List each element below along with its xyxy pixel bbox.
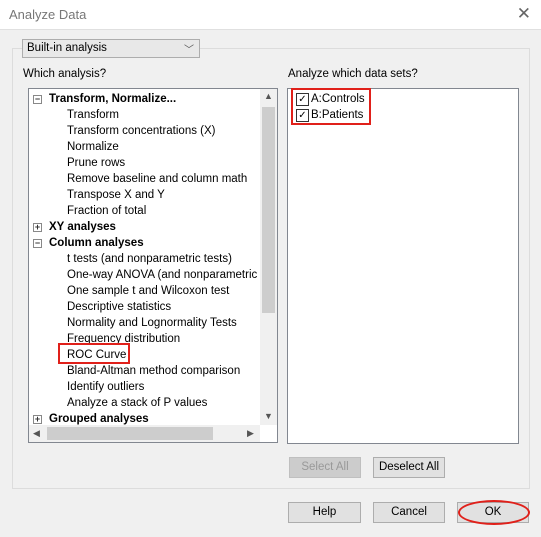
analysis-type-dropdown[interactable]: Built-in analysis ﹀: [22, 39, 200, 58]
tree-item-label: Identify outliers: [67, 381, 145, 393]
tree-item[interactable]: t tests (and nonparametric tests): [67, 251, 232, 267]
tree-item[interactable]: Descriptive statistics: [67, 299, 171, 315]
tree-item-label: Fraction of total: [67, 205, 147, 217]
scroll-right-icon[interactable]: ▶: [247, 428, 254, 439]
tree-item-label: Analyze a stack of P values: [67, 397, 208, 409]
which-analysis-label: Which analysis?: [23, 68, 107, 80]
window-title: Analyze Data: [9, 7, 87, 22]
scroll-thumb[interactable]: [262, 107, 275, 313]
tree-item[interactable]: Normality and Lognormality Tests: [67, 315, 237, 331]
tree-item[interactable]: Fraction of total: [67, 203, 146, 219]
scroll-down-icon[interactable]: ▼: [264, 411, 273, 421]
dropdown-value: Built-in analysis: [27, 42, 107, 54]
tree-group[interactable]: + XY analyses: [33, 219, 116, 235]
scroll-up-icon[interactable]: ▲: [264, 91, 273, 101]
tree-item-label: Normality and Lognormality Tests: [67, 317, 237, 329]
collapse-icon[interactable]: −: [33, 95, 42, 104]
tree-item-label: XY analyses: [49, 221, 116, 233]
tree-item-label: Transform, Normalize...: [49, 93, 177, 105]
collapse-icon[interactable]: −: [33, 239, 42, 248]
help-button[interactable]: Help: [288, 502, 361, 523]
tree-group[interactable]: − Transform, Normalize...: [33, 91, 177, 107]
tree-item[interactable]: One sample t and Wilcoxon test: [67, 283, 229, 299]
tree-item[interactable]: Normalize: [67, 139, 119, 155]
tree-item-label: Transform: [67, 109, 119, 121]
tree-group[interactable]: − Column analyses: [33, 235, 144, 251]
tree-item-label: Grouped analyses: [49, 413, 149, 425]
hscroll-thumb[interactable]: [47, 427, 213, 440]
ok-highlight-ellipse: [458, 500, 530, 525]
deselect-all-button[interactable]: Deselect All: [373, 457, 445, 478]
expand-icon[interactable]: +: [33, 415, 42, 424]
horizontal-scrollbar[interactable]: ◀ ▶: [29, 425, 260, 442]
tree-item-label: Normalize: [67, 141, 119, 153]
cancel-button[interactable]: Cancel: [373, 502, 445, 523]
tree-item-label: t tests (and nonparametric tests): [67, 253, 232, 265]
tree-item[interactable]: Identify outliers: [67, 379, 144, 395]
roc-highlight-box: [58, 343, 130, 364]
tree-item-label: One sample t and Wilcoxon test: [67, 285, 230, 297]
scroll-left-icon[interactable]: ◀: [33, 428, 40, 439]
chevron-down-icon: ﹀: [184, 45, 194, 56]
tree-item[interactable]: Remove baseline and column math: [67, 171, 247, 187]
tree-item-label: Prune rows: [67, 157, 126, 169]
close-icon[interactable]: ✕: [517, 4, 531, 24]
tree-item[interactable]: One-way ANOVA (and nonparametric or: [67, 267, 271, 283]
tree-item-label: Transform concentrations (X): [67, 125, 216, 137]
tree-item-label: Descriptive statistics: [67, 301, 172, 313]
title-bar: Analyze Data ✕: [0, 0, 541, 30]
expand-icon[interactable]: +: [33, 223, 42, 232]
tree-item[interactable]: Bland-Altman method comparison: [67, 363, 240, 379]
tree-item-label: One-way ANOVA (and nonparametric or: [67, 269, 271, 281]
tree-item-label: Column analyses: [49, 237, 144, 249]
tree-item-label: Transpose X and Y: [67, 189, 165, 201]
vertical-scrollbar[interactable]: ▲ ▼: [260, 89, 277, 425]
datasets-highlight-box: [291, 88, 371, 125]
tree-item[interactable]: Analyze a stack of P values: [67, 395, 207, 411]
tree-item[interactable]: Transform concentrations (X): [67, 123, 215, 139]
analysis-tree[interactable]: + Grouped analyses Analyze a stack of P va…: [28, 88, 278, 443]
tree-item-label: Remove baseline and column math: [67, 173, 248, 185]
tree-item[interactable]: Transpose X and Y: [67, 187, 165, 203]
datasets-list: ✓ A:Controls ✓ B:Patients: [287, 88, 519, 444]
datasets-label: Analyze which data sets?: [288, 68, 418, 80]
tree-item-label: Bland-Altman method comparison: [67, 365, 241, 377]
tree-item[interactable]: Prune rows: [67, 155, 125, 171]
tree-item[interactable]: Transform: [67, 107, 119, 123]
select-all-button[interactable]: Select All: [289, 457, 361, 478]
